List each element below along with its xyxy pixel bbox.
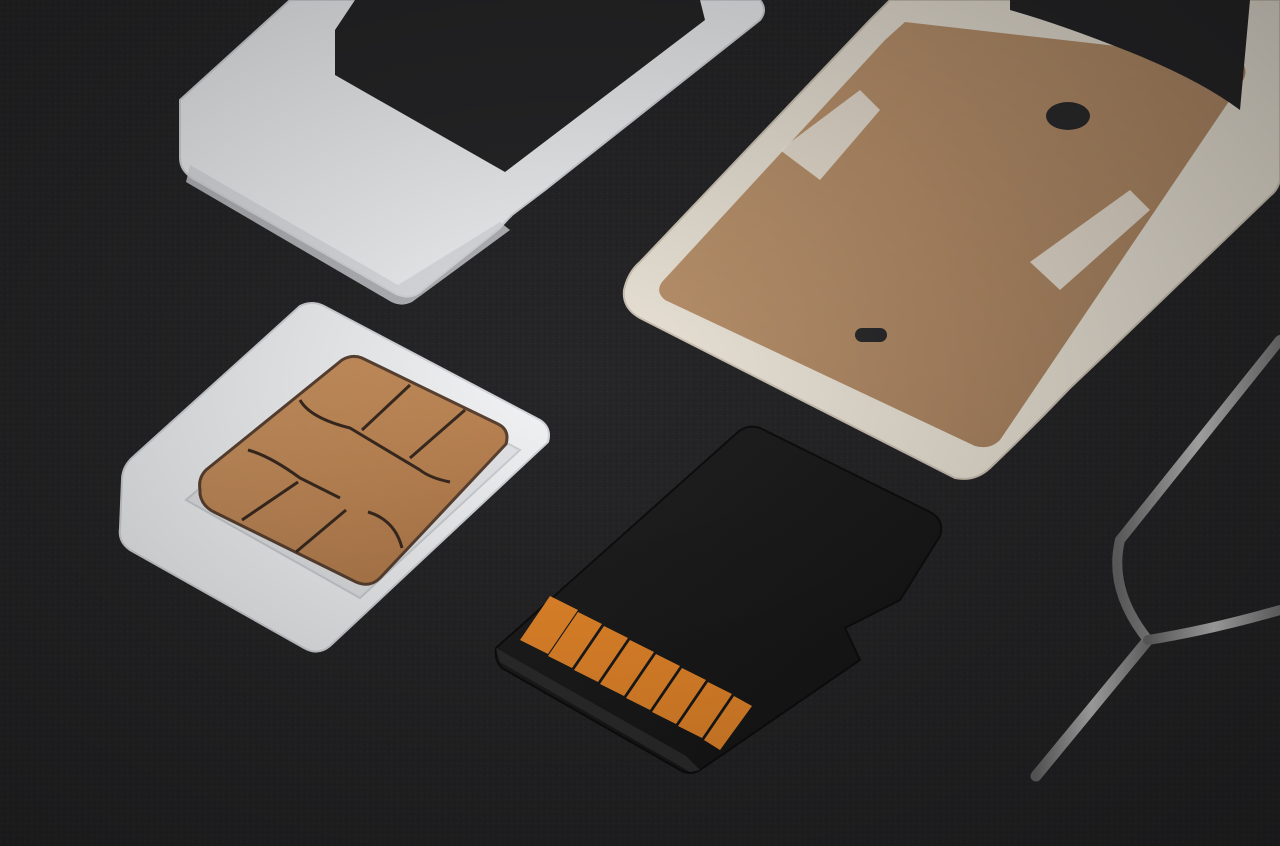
- vignette-overlay: [0, 0, 1280, 846]
- photo-canvas: [0, 0, 1280, 846]
- photo-scene: [0, 0, 1280, 846]
